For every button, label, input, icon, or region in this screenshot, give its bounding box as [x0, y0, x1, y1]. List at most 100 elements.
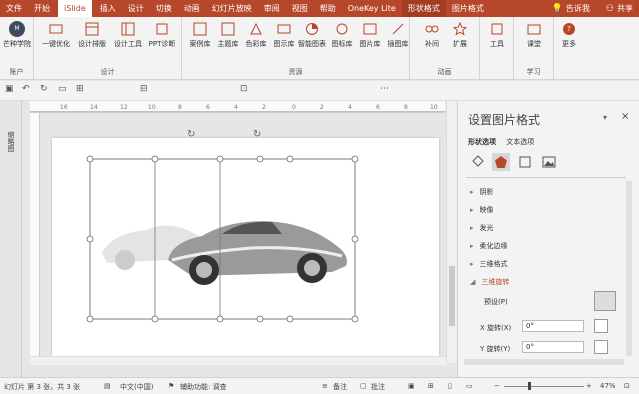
section-3d-rotation[interactable]: ◢ 三维旋转 [470, 277, 509, 287]
design-layout-button[interactable]: 设计排版 [78, 21, 106, 49]
pane-options-icon[interactable]: ▾ [603, 113, 607, 122]
classroom-button[interactable]: 课堂 [520, 21, 548, 49]
slideshow-icon[interactable]: ▭ [58, 84, 67, 94]
notes-button[interactable]: 备注 [333, 382, 347, 392]
y-rotate-up-button[interactable] [594, 340, 608, 354]
section-shadow[interactable]: ▸ 阴影 [470, 187, 494, 197]
fill-line-icon[interactable] [468, 153, 486, 171]
tools-icon [120, 21, 136, 37]
rotate-handle-icon-2[interactable]: ↻ [253, 129, 261, 140]
design-layout-label: 设计排版 [78, 40, 106, 48]
svg-text:8: 8 [404, 104, 408, 111]
tab-view[interactable]: 视图 [286, 0, 314, 17]
section-reflection[interactable]: ▸ 映像 [470, 205, 494, 215]
tab-design[interactable]: 设计 [122, 0, 150, 17]
fit-slide-icon[interactable]: ⊡ [624, 382, 630, 390]
save-icon[interactable]: ▣ [5, 84, 14, 94]
ppt-diagnose-button[interactable]: PPT诊断 [148, 21, 176, 49]
design-tools-button[interactable]: 设计工具 [114, 21, 142, 49]
accessibility-icon[interactable]: ⚑ [168, 382, 174, 390]
tab-islide[interactable]: iSlide [58, 0, 92, 17]
extend-button[interactable]: 扩展 [446, 21, 474, 49]
pane-scrollbar[interactable] [626, 181, 632, 356]
x-rotation-input[interactable]: 0° [522, 320, 584, 332]
zoom-slider-thumb[interactable] [528, 382, 531, 390]
picture-icon[interactable] [540, 153, 558, 171]
diagram-library-button[interactable]: 图示库 [270, 21, 298, 49]
accessibility-status[interactable]: 辅助功能: 调查 [180, 382, 227, 392]
notes-icon[interactable]: ≡ [322, 382, 328, 390]
more-button[interactable]: ? 更多 [555, 21, 583, 49]
tab-file[interactable]: 文件 [0, 0, 28, 17]
illustration-library-button[interactable]: 插图库 [384, 21, 412, 49]
horizontal-scrollbar[interactable] [30, 356, 446, 365]
language-indicator[interactable]: 中文(中国) [120, 382, 153, 392]
tab-help[interactable]: 帮助 [314, 0, 342, 17]
format-picture-pane: 设置图片格式 ▾ × 形状选项 文本选项 ▸ 阴影 ▸ 映像 ▸ 发光 ▸ 柔化边缘 ▸… [457, 101, 639, 377]
undo-icon[interactable]: ↶ [22, 84, 30, 94]
tab-animations[interactable]: 动画 [178, 0, 206, 17]
align-left-icon[interactable]: ⊟ [140, 84, 148, 94]
tab-transitions[interactable]: 切换 [150, 0, 178, 17]
distribute-icon[interactable]: ⊡ [240, 84, 248, 94]
smart-chart-button[interactable]: 智能图表 [298, 21, 326, 49]
tab-shape-format[interactable]: 形状格式 [401, 0, 446, 17]
tools-label: 工具 [490, 40, 504, 48]
normal-view-icon[interactable]: ▣ [408, 382, 415, 390]
vertical-scroll-thumb[interactable] [449, 266, 455, 326]
optimize-icon [48, 21, 64, 37]
tab-picture-format[interactable]: 图片格式 [446, 0, 490, 17]
redo-icon[interactable]: ↻ [40, 84, 48, 94]
close-icon[interactable]: × [621, 111, 629, 122]
section-3d-format-label: 三维格式 [479, 260, 508, 268]
zoom-out-icon[interactable]: − [494, 382, 500, 390]
align-icon[interactable]: ⊞ [76, 84, 84, 94]
thumbnail-label: 缩略图 [7, 131, 15, 152]
x-rotate-left-button[interactable] [594, 319, 608, 333]
color-library-button[interactable]: 色彩库 [242, 21, 270, 49]
thumbnail-strip[interactable]: 缩略图 [0, 101, 22, 377]
y-rotation-input[interactable]: 0° [522, 341, 584, 353]
tween-button[interactable]: 补间 [418, 21, 446, 49]
tab-insert[interactable]: 插入 [94, 0, 122, 17]
size-properties-icon[interactable] [516, 153, 534, 171]
reading-view-icon[interactable]: ▯ [448, 382, 452, 390]
section-3d-format[interactable]: ▸ 三维格式 [470, 259, 508, 269]
vertical-scrollbar[interactable] [446, 101, 457, 363]
color-library-label: 色彩库 [245, 40, 267, 48]
account-button-label: 芒种学院 [3, 40, 31, 48]
tools-button[interactable]: 工具 [483, 21, 511, 49]
slide-sorter-icon[interactable]: ⊞ [428, 382, 434, 390]
zoom-in-icon[interactable]: + [586, 382, 592, 390]
tab-slideshow[interactable]: 幻灯片放映 [206, 0, 258, 17]
subtab-shape-options[interactable]: 形状选项 [468, 138, 496, 146]
picture-library-button[interactable]: 图片库 [356, 21, 384, 49]
y-rotation-label: Y 旋转(Y) [480, 345, 511, 353]
tab-review[interactable]: 审阅 [258, 0, 286, 17]
zoom-slider[interactable] [504, 386, 584, 387]
one-click-optimize-button[interactable]: 一键优化 [42, 21, 70, 49]
subtab-text-options[interactable]: 文本选项 [506, 138, 534, 146]
case-library-button[interactable]: 案例库 [186, 21, 214, 49]
tab-onekey[interactable]: OneKey Lite [342, 0, 402, 17]
section-soft-edges[interactable]: ▸ 柔化边缘 [470, 241, 508, 251]
rotate-handle-icon[interactable]: ↻ [187, 129, 195, 140]
slideshow-view-icon[interactable]: ▭ [466, 382, 473, 390]
slide[interactable] [52, 138, 439, 356]
tell-me-box[interactable]: 告诉我 [566, 0, 596, 17]
zoom-level[interactable]: 47% [600, 382, 616, 390]
comments-icon[interactable]: ▢ [360, 382, 367, 390]
tab-home[interactable]: 开始 [28, 0, 56, 17]
slide-canvas[interactable]: ↻ ↻ [40, 113, 445, 356]
spellcheck-icon[interactable]: ▤ [104, 382, 111, 390]
account-button[interactable]: M 芒种学院 [3, 21, 31, 49]
icon-library-button[interactable]: 图标库 [328, 21, 356, 49]
comments-button[interactable]: 批注 [371, 382, 385, 392]
share-button[interactable]: 共享 [614, 0, 639, 17]
section-glow[interactable]: ▸ 发光 [470, 223, 494, 233]
customize-qat-icon[interactable]: ⋯ [380, 84, 389, 94]
effects-icon[interactable] [492, 153, 510, 171]
preset-dropdown[interactable] [594, 291, 616, 311]
theme-library-button[interactable]: 主题库 [214, 21, 242, 49]
pane-horizontal-scrollbar[interactable] [464, 359, 624, 365]
